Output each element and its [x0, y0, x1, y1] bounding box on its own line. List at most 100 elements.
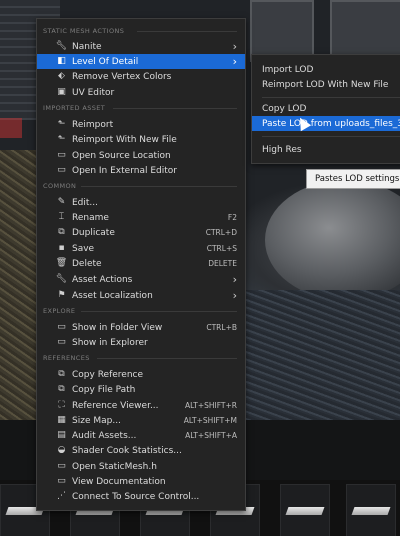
folder-icon: ▭ [57, 322, 66, 332]
menu-item-label: Open StaticMesh.h [72, 461, 157, 472]
menu-item-nanite[interactable]: 🔧︎ Nanite › [37, 39, 245, 54]
menu-item-show-in-folder-view[interactable]: ▭ Show in Folder View CTRL+B [37, 320, 245, 335]
shortcut-label: CTRL+S [206, 244, 237, 253]
menu-item-open-external-editor[interactable]: ▭ Open In External Editor [37, 163, 245, 178]
shortcut-label: DELETE [208, 259, 237, 268]
menu-item-delete[interactable]: 🗑︎ Delete DELETE [37, 256, 245, 271]
menu-item-label: Reimport With New File [72, 134, 177, 145]
menu-item-label: Delete [72, 258, 102, 269]
submenu-item-label: Import LOD [262, 64, 314, 75]
menu-item-asset-actions[interactable]: 🔧︎ Asset Actions › [37, 272, 245, 287]
section-header-common: COMMON [43, 182, 77, 190]
chevron-right-icon: › [232, 55, 237, 68]
level-of-detail-submenu: Import LOD Reimport LOD With New File Co… [251, 54, 400, 164]
submenu-item-high-res[interactable]: High Res [252, 142, 400, 157]
size-map-icon: ▦ [57, 415, 66, 425]
submenu-item-label: Reimport LOD With New File [262, 79, 389, 90]
submenu-divider [262, 136, 400, 137]
menu-item-label: Asset Localization [72, 290, 153, 301]
menu-item-duplicate[interactable]: ⧉ Duplicate CTRL+D [37, 225, 245, 240]
shader-icon: ◒ [57, 445, 66, 455]
section-divider [137, 31, 237, 32]
source-file-icon: ▭ [57, 461, 66, 471]
wrench-icon: 🔧︎ [55, 274, 68, 284]
submenu-item-import-lod[interactable]: Import LOD [252, 62, 400, 77]
pencil-icon: ✎ [57, 197, 66, 207]
menu-item-save[interactable]: ▪ Save CTRL+S [37, 241, 245, 256]
save-icon: ▪ [58, 243, 65, 253]
menu-item-label: Open Source Location [72, 150, 171, 161]
menu-item-rename[interactable]: ⌶ Rename F2 [37, 210, 245, 225]
menu-item-label: Audit Assets... [72, 430, 137, 441]
menu-item-label: Asset Actions [72, 274, 133, 285]
external-editor-icon: ▭ [57, 165, 66, 175]
reimport-icon: ⬑ [57, 119, 66, 129]
section-divider [81, 186, 237, 187]
background-ground [240, 290, 400, 420]
menu-item-label: View Documentation [72, 476, 166, 487]
section-header-explore: EXPLORE [43, 307, 76, 315]
shortcut-label: ALT+SHIFT+M [183, 416, 237, 425]
menu-item-label: Reimport [72, 119, 114, 130]
trash-icon: 🗑︎ [55, 258, 68, 268]
shortcut-label: ALT+SHIFT+A [185, 431, 237, 440]
menu-item-uv-editor[interactable]: ▣ UV Editor [37, 85, 245, 100]
menu-item-show-in-explorer[interactable]: ▭ Show in Explorer [37, 335, 245, 350]
section-divider [113, 108, 237, 109]
vertex-colors-icon: ⬖ [58, 71, 65, 81]
menu-item-copy-file-path[interactable]: ⧉ Copy File Path [37, 382, 245, 397]
menu-item-label: Shader Cook Statistics... [72, 445, 182, 456]
wrench-icon: 🔧︎ [55, 41, 68, 51]
background-window [250, 0, 314, 62]
section-header-imported-asset: IMPORTED ASSET [43, 104, 106, 112]
menu-item-remove-vertex-colors[interactable]: ⬖ Remove Vertex Colors [37, 69, 245, 84]
menu-item-label: Show in Folder View [72, 322, 163, 333]
menu-item-audit-assets[interactable]: ▤ Audit Assets... ALT+SHIFT+A [37, 428, 245, 443]
submenu-item-paste-lod[interactable]: Paste LOD from uploads_files_393 [252, 116, 400, 131]
menu-item-copy-reference[interactable]: ⧉ Copy Reference [37, 367, 245, 382]
menu-item-reimport-new-file[interactable]: ⬑ Reimport With New File [37, 132, 245, 147]
asset-thumbnail[interactable] [346, 484, 396, 536]
menu-item-label: Rename [72, 212, 109, 223]
background-window [330, 0, 400, 62]
submenu-item-copy-lod[interactable]: Copy LOD [252, 101, 400, 116]
menu-item-label: Connect To Source Control... [72, 491, 200, 502]
section-header-references: REFERENCES [43, 354, 90, 362]
menu-item-reimport[interactable]: ⬑ Reimport [37, 117, 245, 132]
menu-item-view-documentation[interactable]: ▭ View Documentation [37, 474, 245, 489]
menu-item-connect-source-control[interactable]: ⋰ Connect To Source Control... [37, 489, 245, 504]
chevron-right-icon: › [232, 289, 237, 302]
menu-item-size-map[interactable]: ▦ Size Map... ALT+SHIFT+M [37, 413, 245, 428]
source-control-icon: ⋰ [57, 491, 66, 501]
menu-item-label: Save [72, 243, 95, 254]
menu-item-open-staticmesh-h[interactable]: ▭ Open StaticMesh.h [37, 459, 245, 474]
shortcut-label: F2 [227, 213, 237, 222]
submenu-item-label: Paste LOD from uploads_files_393 [262, 118, 400, 129]
menu-item-label: Copy Reference [72, 369, 144, 380]
chevron-right-icon: › [232, 273, 237, 286]
menu-item-edit[interactable]: ✎ Edit... [37, 195, 245, 210]
audit-icon: ▤ [57, 430, 66, 440]
menu-item-shader-cook-statistics[interactable]: ◒ Shader Cook Statistics... [37, 443, 245, 458]
asset-thumbnail[interactable] [280, 484, 330, 536]
menu-item-label: Level Of Detail [72, 56, 139, 67]
menu-item-label: UV Editor [72, 87, 115, 98]
documentation-icon: ▭ [57, 476, 66, 486]
menu-item-label: Copy File Path [72, 384, 136, 395]
menu-item-asset-localization[interactable]: ⚑ Asset Localization › [37, 288, 245, 303]
submenu-item-reimport-lod-new-file[interactable]: Reimport LOD With New File [252, 77, 400, 92]
menu-item-label: Show in Explorer [72, 337, 148, 348]
menu-item-open-source-location[interactable]: ▭ Open Source Location [37, 148, 245, 163]
copy-icon: ⧉ [58, 384, 65, 394]
menu-item-label: Nanite [72, 41, 102, 52]
shortcut-label: CTRL+B [206, 323, 237, 332]
folder-icon: ▭ [57, 337, 66, 347]
asset-context-menu: STATIC MESH ACTIONS 🔧︎ Nanite › ◧ Level … [36, 18, 246, 511]
shortcut-label: ALT+SHIFT+R [184, 401, 237, 410]
menu-item-reference-viewer[interactable]: ⛶ Reference Viewer... ALT+SHIFT+R [37, 398, 245, 413]
background-rock [265, 180, 400, 300]
menu-item-level-of-detail[interactable]: ◧ Level Of Detail › [37, 54, 245, 69]
chevron-right-icon: › [232, 40, 237, 53]
shortcut-label: CTRL+D [205, 228, 237, 237]
menu-item-label: Size Map... [72, 415, 121, 426]
